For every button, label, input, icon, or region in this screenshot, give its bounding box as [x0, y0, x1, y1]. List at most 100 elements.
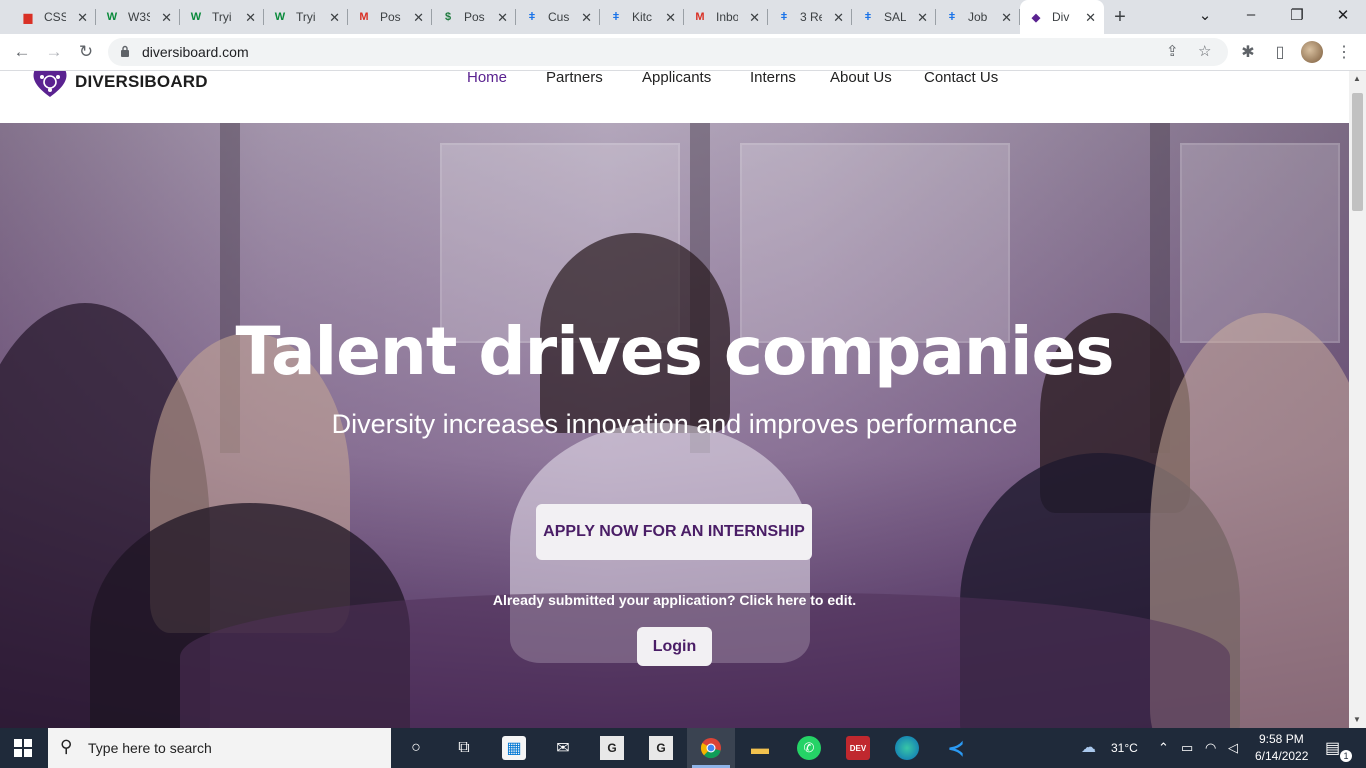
close-window-button[interactable]: ✕	[1328, 6, 1358, 24]
rail-icon: ▆	[23, 11, 33, 24]
tab-search-icon[interactable]: ⌄	[1190, 6, 1220, 24]
weather-cloud-icon[interactable]: ☁	[1081, 738, 1096, 756]
w3-icon: W	[190, 11, 202, 23]
tab-close-icon[interactable]: ✕	[161, 10, 172, 26]
browser-tab[interactable]: ◆ Div ✕	[1020, 0, 1104, 34]
clock-date[interactable]: 6/14/2022	[1255, 749, 1308, 763]
tab-title: Div	[1052, 10, 1070, 24]
show-hidden-icons-chevron-icon[interactable]: ⌃	[1158, 740, 1169, 756]
tab-close-icon[interactable]: ✕	[581, 10, 592, 26]
page-viewport: DIVERSIBOARD Home Partners Applicants In…	[0, 71, 1349, 728]
taskbar-search-box[interactable]: ⚲ Type here to search	[48, 728, 391, 768]
browser-tab[interactable]: $ Pos ✕	[432, 0, 516, 34]
tab-title: Pos	[380, 10, 401, 24]
apply-internship-button[interactable]: APPLY NOW FOR AN INTERNSHIP	[536, 504, 812, 560]
tab-close-icon[interactable]: ✕	[749, 10, 760, 26]
url-text[interactable]: diversiboard.com	[142, 44, 249, 60]
tab-close-icon[interactable]: ✕	[329, 10, 340, 26]
whatsapp-icon[interactable]: ✆	[797, 736, 821, 760]
tab-title: Job	[968, 10, 988, 24]
wifi-icon[interactable]: ◠	[1205, 740, 1216, 756]
restore-button[interactable]: ❐	[1282, 6, 1312, 24]
back-button[interactable]: ←	[10, 41, 34, 63]
minimize-button[interactable]: –	[1236, 6, 1266, 23]
gcs-app-icon[interactable]: G	[600, 736, 624, 760]
task-view-icon[interactable]: ⧉	[452, 736, 476, 760]
nav-home[interactable]: Home	[467, 71, 507, 86]
gcs-app-icon[interactable]: G	[649, 736, 673, 760]
notifications-count-badge: 1	[1340, 750, 1352, 762]
pin-icon: ǂ	[612, 11, 620, 23]
chrome-icon[interactable]	[699, 736, 723, 760]
tab-strip: ▆ CSS ✕ W W3S ✕ W Tryi ✕ W Tryi ✕ M Pos ✕ $ Pos ✕ ǂ Cus ✕ ǂ Ki…	[0, 0, 1366, 34]
devcpp-icon[interactable]: DEV	[846, 736, 870, 760]
tab-close-icon[interactable]: ✕	[77, 10, 88, 26]
diversiboard-logo-icon[interactable]	[30, 71, 70, 99]
scrollbar-thumb[interactable]	[1352, 93, 1363, 211]
share-icon[interactable]: ⇪	[1166, 42, 1179, 60]
browser-toolbar: ← → ↻ diversiboard.com ⇪ ☆ ✱ ▯ ⋮	[0, 34, 1366, 71]
profile-avatar[interactable]	[1301, 41, 1323, 63]
edit-application-link[interactable]: Already submitted your application? Clic…	[0, 592, 1349, 608]
pin-icon: ǂ	[948, 11, 956, 23]
hero-section: Talent drives companies Diversity increa…	[0, 123, 1349, 728]
edge-icon[interactable]	[895, 736, 919, 760]
notifications-icon[interactable]: ▤	[1325, 738, 1340, 758]
battery-icon[interactable]: ▭	[1181, 740, 1193, 756]
search-icon: ⚲	[60, 737, 73, 756]
tab-close-icon[interactable]: ✕	[413, 10, 424, 26]
browser-tab[interactable]: ǂ Job ✕	[936, 0, 1020, 34]
scroll-down-arrow-icon[interactable]: ▼	[1353, 715, 1361, 724]
browser-tab[interactable]: ǂ Cus ✕	[516, 0, 600, 34]
weather-temperature[interactable]: 31°C	[1111, 741, 1138, 755]
browser-tab[interactable]: M Inbo ✕	[684, 0, 768, 34]
tab-close-icon[interactable]: ✕	[1085, 10, 1096, 26]
vscode-icon[interactable]: ≺	[944, 736, 968, 760]
browser-tab[interactable]: ǂ Kitc ✕	[600, 0, 684, 34]
dollar-icon: $	[444, 11, 452, 23]
cortana-icon[interactable]: ○	[404, 736, 428, 760]
tab-close-icon[interactable]: ✕	[1001, 10, 1012, 26]
volume-icon[interactable]: ◁	[1228, 740, 1238, 756]
tab-title: Pos	[464, 10, 485, 24]
bookmark-star-icon[interactable]: ☆	[1198, 42, 1211, 60]
mail-icon[interactable]: ✉	[551, 736, 575, 760]
tab-close-icon[interactable]: ✕	[497, 10, 508, 26]
reload-button[interactable]: ↻	[74, 41, 98, 63]
lock-icon[interactable]	[120, 45, 130, 57]
browser-tab[interactable]: W Tryi ✕	[264, 0, 348, 34]
tab-title: Tryi	[296, 10, 316, 24]
browser-tab[interactable]: ▆ CSS ✕	[12, 0, 96, 34]
browser-tab[interactable]: W W3S ✕	[96, 0, 180, 34]
browser-tab[interactable]: M Pos ✕	[348, 0, 432, 34]
w3-icon: W	[106, 11, 118, 23]
tab-close-icon[interactable]: ✕	[833, 10, 844, 26]
extensions-icon[interactable]: ✱	[1237, 42, 1259, 62]
hero-title: Talent drives companies	[235, 313, 1114, 390]
microsoft-store-icon[interactable]: ▦	[502, 736, 526, 760]
scroll-up-arrow-icon[interactable]: ▲	[1353, 74, 1361, 83]
page-scrollbar[interactable]: ▲ ▼	[1349, 71, 1366, 728]
nav-applicants[interactable]: Applicants	[642, 71, 711, 86]
tab-close-icon[interactable]: ✕	[245, 10, 256, 26]
tab-close-icon[interactable]: ✕	[665, 10, 676, 26]
windows-start-icon[interactable]	[14, 739, 32, 757]
nav-contact-us[interactable]: Contact Us	[924, 71, 998, 86]
file-explorer-icon[interactable]: ▬	[748, 736, 772, 760]
login-button[interactable]: Login	[637, 627, 712, 666]
pin-icon: ǂ	[780, 11, 788, 23]
side-panel-icon[interactable]: ▯	[1269, 42, 1291, 62]
logo-text[interactable]: DIVERSIBOARD	[75, 72, 208, 92]
forward-button[interactable]: →	[42, 41, 66, 63]
browser-tab[interactable]: ǂ SAL ✕	[852, 0, 936, 34]
nav-interns[interactable]: Interns	[750, 71, 796, 86]
nav-about-us[interactable]: About Us	[830, 71, 892, 86]
address-bar[interactable]: diversiboard.com ⇪ ☆	[108, 38, 1228, 66]
nav-partners[interactable]: Partners	[546, 71, 603, 86]
tab-close-icon[interactable]: ✕	[917, 10, 928, 26]
browser-tab[interactable]: ǂ 3 Re ✕	[768, 0, 852, 34]
browser-tab[interactable]: W Tryi ✕	[180, 0, 264, 34]
new-tab-button[interactable]: +	[1110, 6, 1130, 29]
clock-time[interactable]: 9:58 PM	[1259, 732, 1304, 746]
menu-icon[interactable]: ⋮	[1333, 42, 1355, 62]
